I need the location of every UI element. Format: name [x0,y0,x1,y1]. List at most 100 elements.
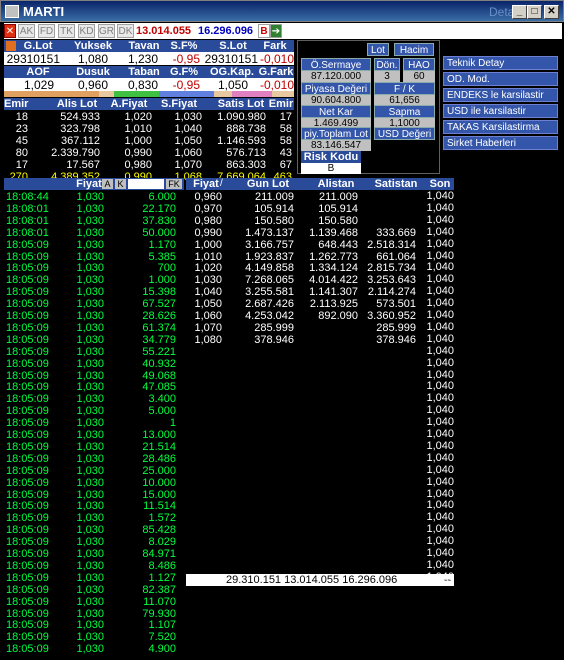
depth-cell: 23 [15,123,28,135]
trade-row[interactable]: 18:05:09 1,030 1.127 [4,572,184,584]
dk-button[interactable]: DK [117,24,134,38]
trade-row[interactable]: 18:05:09 1,030 15.398 [4,286,184,298]
price-level-row[interactable]: 1,050 2.687.426 2.113.925 573.501 [186,298,454,310]
trade-row[interactable]: 18:05:09 1,030 28.486 [4,453,184,465]
menu-od-mod[interactable]: OD. Mod. [443,72,558,86]
price-level-cell: 1,060 [194,310,222,322]
son-cell: 1,040 [426,523,454,536]
trade-row[interactable]: 18:05:09 1,030 8.486 [4,560,184,572]
arrow-right-icon[interactable]: ➔ [270,24,282,38]
a-filter[interactable]: A [102,179,113,189]
pl-fiyat-header[interactable]: Fiyat [188,178,224,190]
trade-row[interactable]: 18:05:09 1,030 84.971 [4,548,184,560]
trade-row[interactable]: 18:05:09 1,030 1.572 [4,512,184,524]
trade-row[interactable]: 18:05:09 1,030 3.400 [4,393,184,405]
trade-row[interactable]: 18:05:09 1,030 1.000 [4,274,184,286]
close-button[interactable]: ✕ [544,5,559,19]
price-level-cell: 1,080 [194,333,222,346]
depth-cell: 576.713 [226,147,266,159]
trade-cell: 1,030 [76,262,104,275]
trade-row[interactable]: 18:08:44 1,030 6.000 [4,191,184,203]
trade-row[interactable]: 18:05:09 1,030 67.527 [4,298,184,310]
trade-row[interactable]: 18:05:09 1,030 40.932 [4,358,184,370]
lot-button[interactable]: Lot [367,43,389,56]
trade-cell: 50.000 [142,226,176,239]
trade-row[interactable]: 18:05:09 1,030 82.387 [4,584,184,596]
trade-row[interactable]: 18:05:09 1,030 28.626 [4,310,184,322]
price-level-row[interactable]: 1,000 3.166.757 648.443 2.518.314 [186,239,454,251]
trade-cell: 1,030 [76,536,104,549]
trade-row[interactable]: 18:08:01 1,030 50.000 [4,227,184,239]
menu-haberler[interactable]: Sirket Haberleri [443,136,558,150]
price-level-row[interactable]: 1,040 3.255.581 1.141.307 2.114.274 [186,286,454,298]
menu-teknik-detay[interactable]: Teknik Detay [443,56,558,70]
kd-button[interactable]: KD [78,24,95,38]
trade-row[interactable]: 18:05:09 1,030 47.085 [4,381,184,393]
trade-row[interactable]: 18:05:09 1,030 15.000 [4,489,184,501]
price-level-row[interactable]: 0,980 150.580 150.580 [186,215,454,227]
trade-row[interactable]: 18:05:09 1,030 8.029 [4,536,184,548]
trade-row[interactable]: 18:05:09 1,030 5.000 [4,405,184,417]
trade-row[interactable]: 18:05:09 1,030 700 [4,262,184,274]
trade-cell: 18:08:01 [6,202,49,215]
depth-row[interactable]: 80 2.339.790 0,990 1,060 576.713 43 [4,147,294,159]
minimize-button[interactable]: _ [512,5,527,19]
hacim-button[interactable]: Hacim [394,43,434,56]
price-level-row[interactable]: 0,970 105.914 105.914 [186,203,454,215]
trade-cell: 18:05:09 [6,262,49,275]
trade-row[interactable]: 18:05:09 1,030 55.221 [4,346,184,358]
maximize-button[interactable]: □ [527,5,542,19]
trade-row[interactable]: 18:05:09 1,030 79.930 [4,608,184,620]
trade-row[interactable]: 18:05:09 1,030 61.374 [4,322,184,334]
depth-row[interactable]: 17 17.567 0,980 1,070 863.303 67 [4,159,294,171]
usd-label[interactable]: USD Değeri [374,127,435,140]
depth-row[interactable]: 18 524.933 1,020 1,030 1.090.980 17 [4,111,294,123]
trade-cell: 47.085 [142,381,176,394]
trade-row[interactable]: 18:05:09 1,030 34.779 [4,334,184,346]
title-bar[interactable]: MARTI Detay _ □ ✕ [0,0,564,22]
trade-row[interactable]: 18:05:09 1,030 1.107 [4,619,184,631]
menu-usd[interactable]: USD ile karsilastir [443,104,558,118]
depth-row[interactable]: 23 323.798 1,010 1,040 888.738 58 [4,123,294,135]
tk-button[interactable]: TK [58,24,75,38]
trade-row[interactable]: 18:05:09 1,030 1.170 [4,239,184,251]
price-level-row[interactable]: 1,060 4.253.042 892.090 3.360.952 [186,310,454,322]
trade-row[interactable]: 18:05:09 1,030 25.000 [4,465,184,477]
price-level-row[interactable]: 1,010 1.923.837 1.262.773 661.064 [186,251,454,263]
depth-row[interactable]: 45 367.112 1,000 1,050 1.146.593 58 [4,135,294,147]
menu-endeks[interactable]: ENDEKS le karsilastir [443,88,558,102]
netkar-label: Net Kar [301,105,371,118]
trade-row[interactable]: 18:05:09 1,030 13.000 [4,429,184,441]
trade-row[interactable]: 18:05:09 1,030 85.428 [4,524,184,536]
k-filter[interactable]: K [115,179,126,189]
price-level-row[interactable]: 0,960 211.009 211.009 [186,191,454,203]
trade-row[interactable]: 18:08:01 1,030 22.170 [4,203,184,215]
trade-row[interactable]: 18:05:09 1,030 11.070 [4,596,184,608]
b-button[interactable]: B [258,24,270,38]
filter-input[interactable] [128,179,164,189]
trade-row[interactable]: 18:05:09 1,030 5.385 [4,251,184,263]
fd-button[interactable]: FD [38,24,55,38]
trade-row[interactable]: 18:05:09 1,030 11.514 [4,500,184,512]
menu-takas[interactable]: TAKAS Karsilastirma [443,120,558,134]
fk-filter[interactable]: FK [166,179,182,189]
close-icon[interactable]: ✕ [4,24,16,38]
price-level-row[interactable]: 1,030 7.268.065 4.014.422 3.253.643 [186,274,454,286]
ak-button[interactable]: AK [18,24,35,38]
price-level-row[interactable]: 1,020 4.149.858 1.334.124 2.815.734 [186,262,454,274]
price-level-cell: 1,010 [194,250,222,263]
trade-row[interactable]: 18:05:09 1,030 4.900 [4,643,184,655]
trade-row[interactable]: 18:05:09 1,030 49.068 [4,370,184,382]
trade-row[interactable]: 18:05:09 1,030 21.514 [4,441,184,453]
trade-row[interactable]: 18:05:09 1,030 10.000 [4,477,184,489]
trade-row[interactable]: 18:08:01 1,030 37.830 [4,215,184,227]
price-level-row[interactable]: 1,070 285.999 285.999 [186,322,454,334]
price-level-cell: 2.518.314 [367,238,416,251]
price-level-row[interactable]: 0,990 1.473.137 1.139.468 333.669 [186,227,454,239]
trade-row[interactable]: 18:05:09 1,030 1 [4,417,184,429]
trade-row[interactable]: 18:05:09 1,030 7.520 [4,631,184,643]
depth-cell: 1,040 [174,123,202,135]
trade-cell: 18:05:09 [6,440,49,453]
gr-button[interactable]: GR [98,24,115,38]
price-level-row[interactable]: 1,080 378.946 378.946 [186,334,454,346]
